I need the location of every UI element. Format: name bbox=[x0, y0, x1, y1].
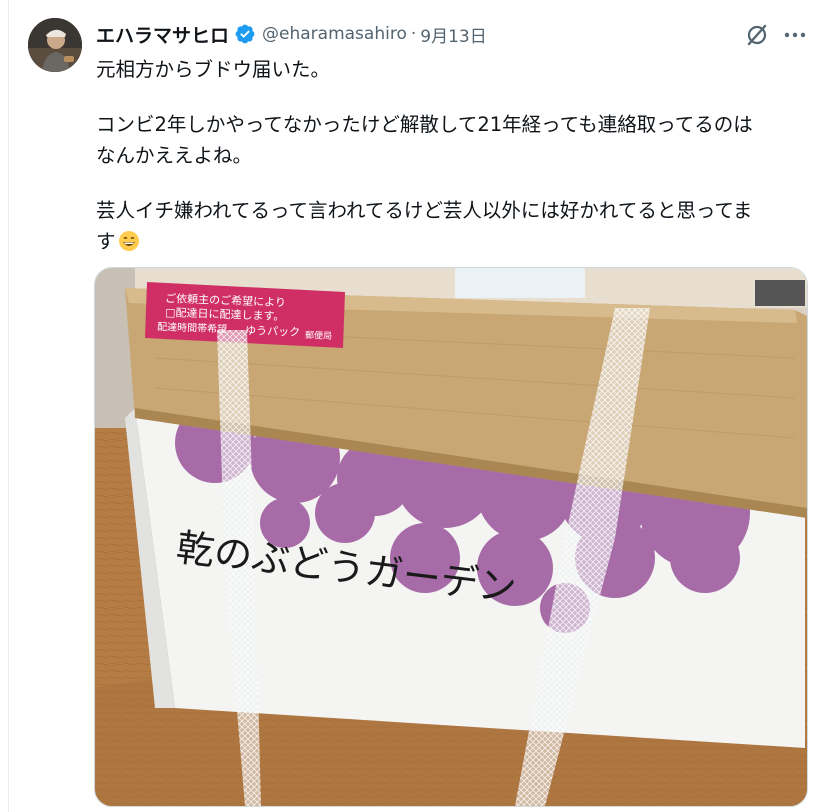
tweet-text-line: 元相方からブドウ届いた。 bbox=[96, 58, 331, 81]
tweet-media-photo[interactable]: ご依頼主のご希望により □配達日に配達します。 配達時間帯希望 ゆうパック 郵便… bbox=[94, 267, 808, 807]
tweet-text-line: 芸人イチ嫌われてるって言われてるけど芸人以外には好かれてると思ってま bbox=[96, 199, 753, 222]
timeline-border bbox=[8, 0, 9, 812]
tweet-text-line: なんかええよね。 bbox=[96, 144, 253, 167]
tweet-text-line: す bbox=[96, 226, 808, 257]
tweet-text-last: す bbox=[96, 230, 116, 253]
separator-dot: · bbox=[410, 24, 417, 44]
grok-icon[interactable] bbox=[744, 22, 770, 48]
author-display-name[interactable]: エハラマサヒロ bbox=[96, 21, 229, 48]
grinning-face-emoji-icon bbox=[118, 230, 140, 252]
avatar[interactable] bbox=[28, 18, 82, 72]
tweet-text-blank-line bbox=[96, 85, 808, 109]
author-handle[interactable]: @eharamasahiro bbox=[262, 24, 407, 44]
tweet-text: 元相方からブドウ届いた。 コンビ2年しかやってなかったけど解散して21年経っても… bbox=[96, 54, 808, 257]
more-options-icon[interactable] bbox=[782, 22, 808, 48]
tweet-date[interactable]: 9月13日 bbox=[420, 22, 486, 47]
tweet-text-blank-line bbox=[96, 171, 808, 195]
verified-badge-icon bbox=[234, 23, 256, 45]
sticker-text: 郵便局 bbox=[305, 329, 332, 342]
tweet-text-line: コンビ2年しかやってなかったけど解散して21年経っても連絡取ってるのは bbox=[96, 113, 753, 136]
tweet-header: エハラマサヒロ @eharamasahiro · 9月13日 bbox=[96, 20, 487, 48]
sticker-text: ゆうパック bbox=[245, 324, 300, 339]
